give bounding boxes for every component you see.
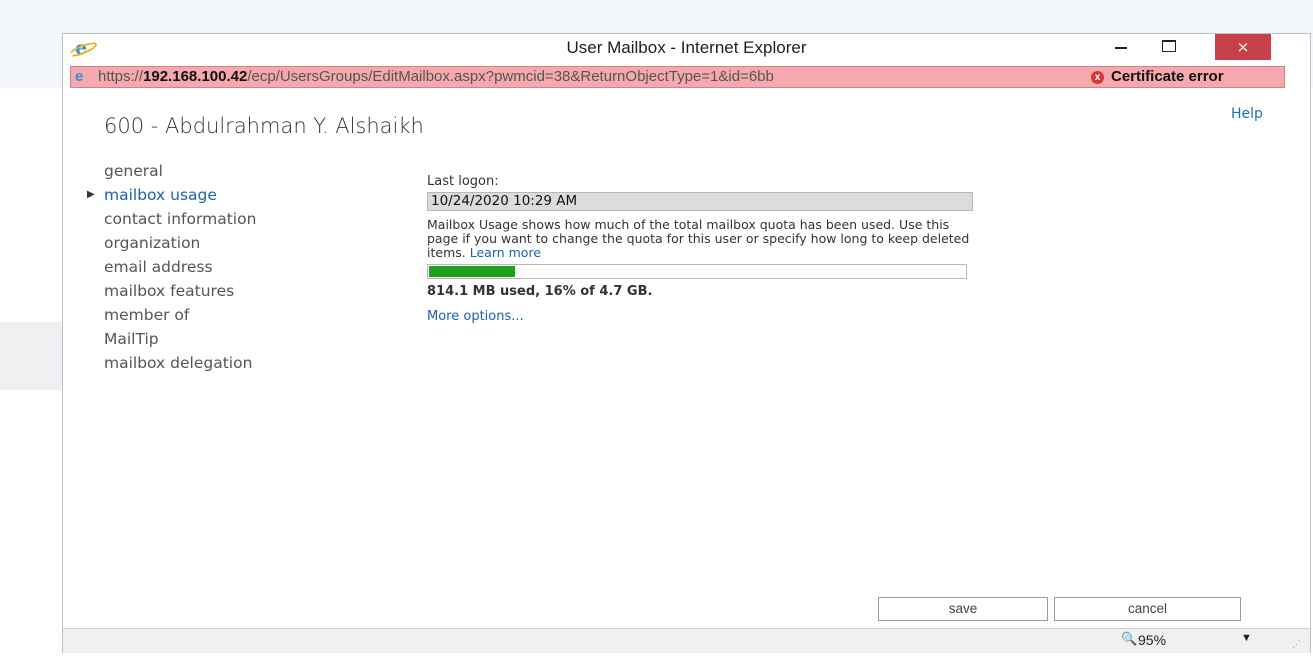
address-bar[interactable]: e https://192.168.100.42/ecp/UsersGroups…: [70, 66, 1285, 88]
sidebar-item-label: general: [104, 162, 163, 180]
last-logon-label: Last logon:: [427, 174, 499, 189]
zoom-dropdown-icon[interactable]: ▼: [1241, 632, 1252, 644]
sidebar-item-member-of[interactable]: member of: [104, 306, 256, 330]
usage-summary: 814.1 MB used, 16% of 4.7 GB.: [427, 284, 653, 299]
sidebar-item-label: email address: [104, 258, 213, 276]
status-bar: 🔍 95% ▼ ⋰: [63, 628, 1310, 653]
mailbox-usage-panel: Last logon: 10/24/2020 10:29 AM Mailbox …: [427, 174, 977, 324]
url-host: 192.168.100.42: [143, 68, 248, 85]
cancel-button[interactable]: cancel: [1054, 597, 1241, 621]
sidebar-item-mailbox-delegation[interactable]: mailbox delegation: [104, 354, 256, 378]
save-button[interactable]: save: [878, 597, 1048, 621]
minimize-button[interactable]: [1101, 34, 1141, 60]
sidebar-item-organization[interactable]: organization: [104, 234, 256, 258]
url-path: /ecp/UsersGroups/EditMailbox.aspx?pwmcid…: [247, 68, 774, 85]
page-title: 600 - Abdulrahman Y. Alshaikh: [104, 114, 424, 138]
help-link[interactable]: Help: [1231, 106, 1263, 122]
sidebar-item-label: member of: [104, 306, 190, 324]
sidebar-item-label: organization: [104, 234, 201, 252]
sidebar-item-label: mailbox features: [104, 282, 235, 300]
sidebar-item-label: contact information: [104, 210, 257, 228]
certificate-error-label: Certificate error: [1111, 68, 1224, 85]
sidebar-item-mailbox-features[interactable]: mailbox features: [104, 282, 256, 306]
certificate-error-button[interactable]: x Certificate error: [1091, 67, 1224, 87]
last-logon-field: 10/24/2020 10:29 AM: [427, 192, 973, 211]
ie-window: e User Mailbox - Internet Explorer × e h…: [62, 33, 1311, 653]
usage-description: Mailbox Usage shows how much of the tota…: [427, 218, 973, 260]
url-scheme: https://: [98, 68, 144, 85]
maximize-icon: [1162, 40, 1176, 52]
background-panel: [0, 322, 62, 390]
maximize-button[interactable]: [1149, 34, 1189, 60]
sidebar-nav: general ▶ mailbox usage contact informati…: [87, 162, 256, 378]
url-text[interactable]: https://192.168.100.42/ecp/UsersGroups/E…: [98, 67, 1063, 87]
close-button[interactable]: ×: [1215, 34, 1271, 60]
zoom-level[interactable]: 95%: [1138, 632, 1166, 648]
sidebar-item-contact-information[interactable]: contact information: [104, 210, 256, 234]
ie-page-icon: e: [75, 68, 84, 85]
close-icon: ×: [1236, 38, 1250, 56]
zoom-icon[interactable]: 🔍: [1121, 631, 1137, 647]
selected-arrow-icon: ▶: [87, 189, 95, 200]
usage-progress-bar: [427, 264, 967, 279]
usage-progress-fill: [429, 266, 516, 277]
sidebar-item-general[interactable]: general: [104, 162, 256, 186]
sidebar-item-mailbox-usage[interactable]: ▶ mailbox usage: [87, 186, 256, 210]
certificate-error-icon: x: [1091, 71, 1104, 84]
sidebar-item-email-address[interactable]: email address: [104, 258, 256, 282]
more-options-link[interactable]: More options...: [427, 309, 977, 324]
sidebar-item-label: mailbox delegation: [104, 354, 253, 372]
minimize-icon: [1115, 47, 1127, 49]
title-bar[interactable]: e User Mailbox - Internet Explorer ×: [63, 34, 1310, 66]
sidebar-item-label: mailbox usage: [104, 186, 217, 204]
sidebar-item-label: MailTip: [104, 330, 159, 348]
resize-grip-icon[interactable]: ⋰: [1292, 639, 1301, 650]
learn-more-link[interactable]: Learn more: [470, 245, 541, 260]
sidebar-item-mailtip[interactable]: MailTip: [104, 330, 256, 354]
